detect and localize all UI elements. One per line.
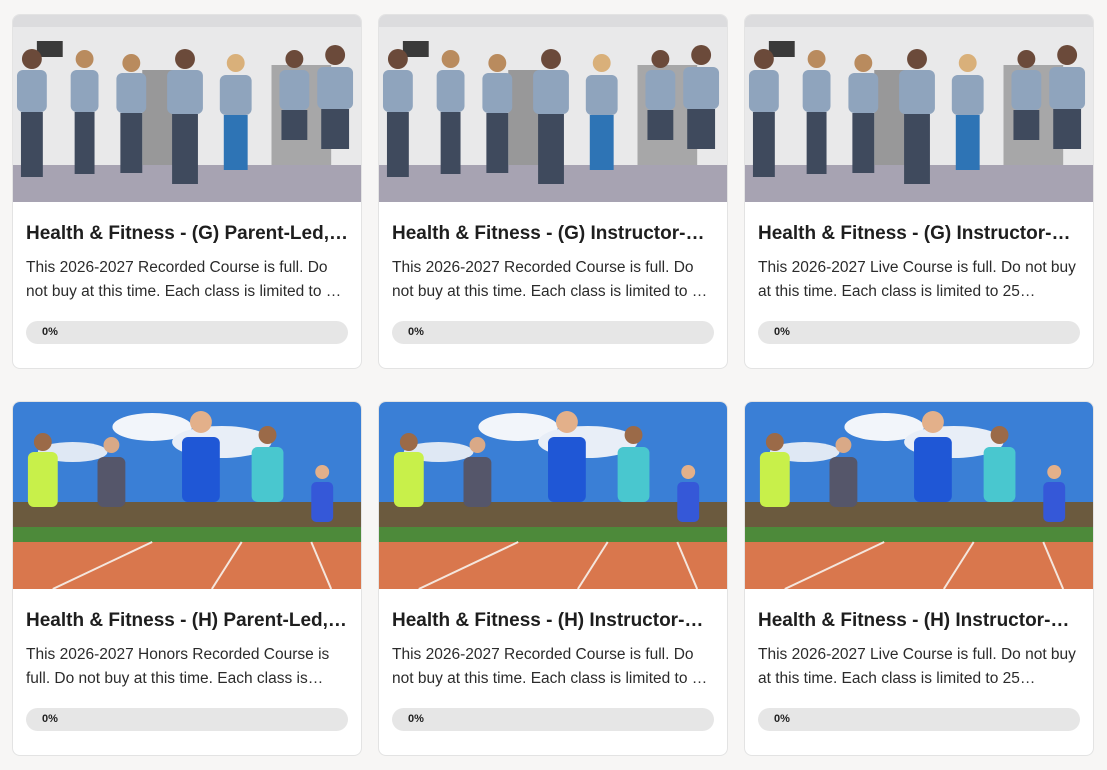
course-title[interactable]: Health & Fitness - (G) Instructor-Led, R… [392,222,714,246]
progress-label: 0% [42,713,58,725]
progress-label: 0% [774,326,790,338]
course-title[interactable]: Health & Fitness - (H) Parent-Led, Recor… [26,609,348,633]
course-card-body: Health & Fitness - (G) Instructor-Led, L… [745,222,1093,344]
course-card[interactable]: Health & Fitness - (H) Parent-Led, Recor… [12,401,362,756]
course-card-body: Health & Fitness - (H) Instructor-Led, R… [379,609,727,731]
progress-bar: 0% [392,321,714,344]
course-card[interactable]: Health & Fitness - (H) Instructor-Led, L… [744,401,1094,756]
track-runners-photo [379,402,727,589]
course-card-body: Health & Fitness - (G) Parent-Led, Recor… [13,222,361,344]
track-runners-photo [745,402,1093,589]
progress-bar: 0% [392,708,714,731]
progress-label: 0% [774,713,790,725]
course-description: This 2026-2027 Live Course is full. Do n… [758,646,1076,687]
course-description: This 2026-2027 Recorded Course is full. … [392,259,710,300]
track-runners-photo [13,402,361,589]
course-description: This 2026-2027 Live Course is full. Do n… [758,259,1076,300]
course-title[interactable]: Health & Fitness - (G) Instructor-Led, L… [758,222,1080,246]
course-card-body: Health & Fitness - (H) Parent-Led, Recor… [13,609,361,731]
course-description: This 2026-2027 Recorded Course is full. … [26,259,344,300]
progress-label: 0% [42,326,58,338]
progress-label: 0% [408,713,424,725]
course-title[interactable]: Health & Fitness - (H) Instructor-Led, R… [392,609,714,633]
course-description: This 2026-2027 Recorded Course is full. … [392,646,710,687]
course-card-body: Health & Fitness - (H) Instructor-Led, L… [745,609,1093,731]
gym-group-jumping-photo [745,15,1093,202]
course-card[interactable]: Health & Fitness - (G) Parent-Led, Recor… [12,14,362,369]
gym-group-jumping-photo [379,15,727,202]
progress-bar: 0% [26,321,348,344]
course-title[interactable]: Health & Fitness - (G) Parent-Led, Recor… [26,222,348,246]
course-card[interactable]: Health & Fitness - (H) Instructor-Led, R… [378,401,728,756]
progress-label: 0% [408,326,424,338]
course-card[interactable]: Health & Fitness - (G) Instructor-Led, L… [744,14,1094,369]
progress-bar: 0% [26,708,348,731]
progress-bar: 0% [758,321,1080,344]
course-title[interactable]: Health & Fitness - (H) Instructor-Led, L… [758,609,1080,633]
course-grid: Health & Fitness - (G) Parent-Led, Recor… [12,14,1094,756]
course-card-body: Health & Fitness - (G) Instructor-Led, R… [379,222,727,344]
progress-bar: 0% [758,708,1080,731]
course-card[interactable]: Health & Fitness - (G) Instructor-Led, R… [378,14,728,369]
gym-group-jumping-photo [13,15,361,202]
course-description: This 2026-2027 Honors Recorded Course is… [26,646,330,687]
